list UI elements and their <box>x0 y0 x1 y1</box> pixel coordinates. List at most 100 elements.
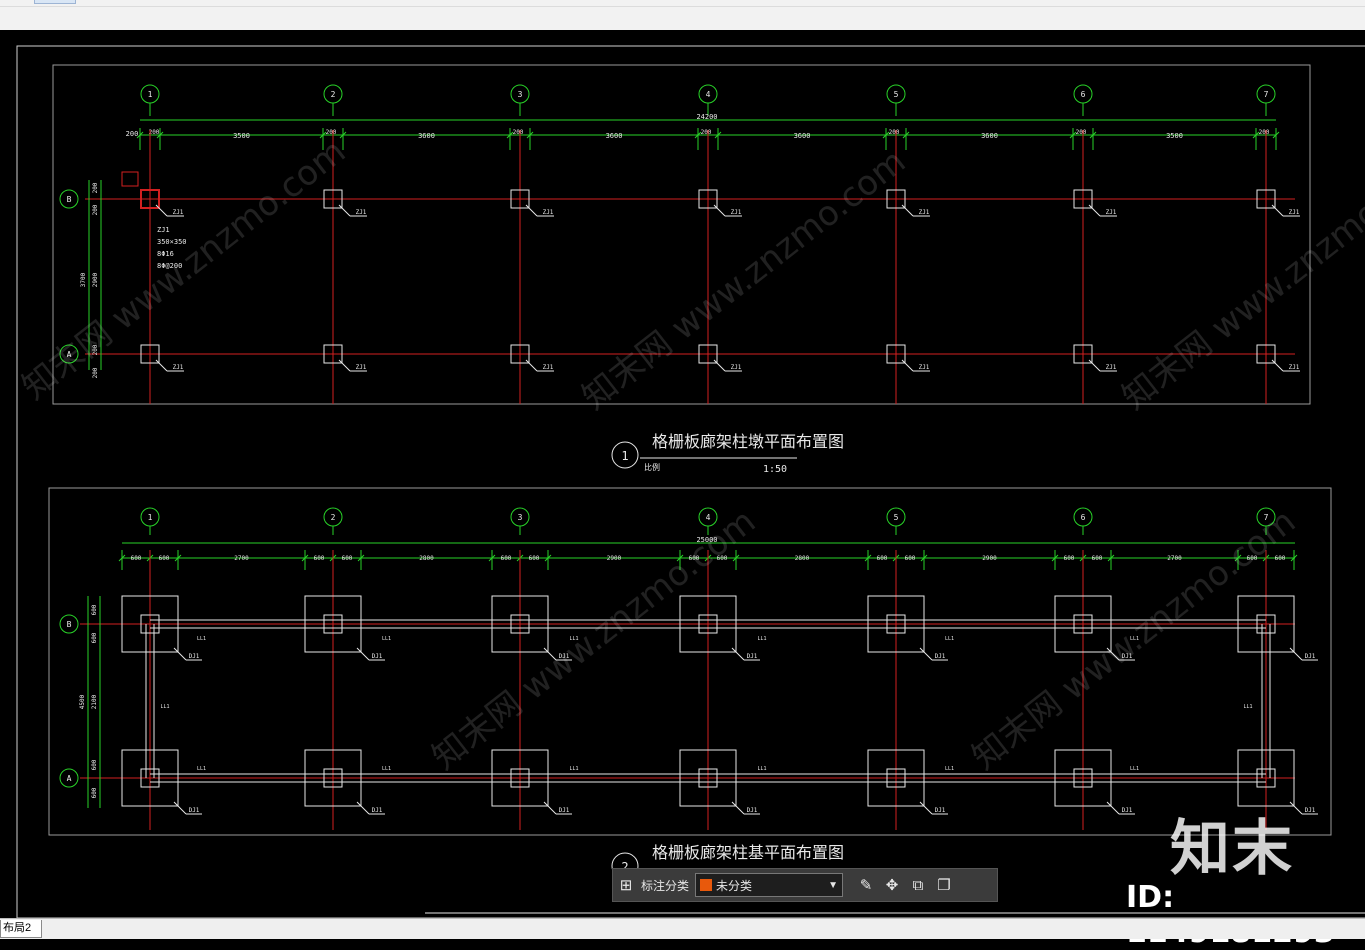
column-tag: ZJ1 <box>731 209 742 216</box>
grid-label: 3 <box>518 90 523 99</box>
axis-label: B <box>67 195 72 204</box>
grid-label: 3 <box>518 513 523 522</box>
plan1-title: 格栅板廊架柱墩平面布置图 <box>652 432 844 451</box>
tag-leader <box>1271 359 1284 372</box>
grid-label: 6 <box>1081 90 1086 99</box>
dim-bay: 3500 <box>233 132 250 140</box>
category-color-swatch <box>700 879 713 891</box>
copy-icon[interactable]: ⧉ <box>905 872 931 898</box>
dim-bay: 2900 <box>607 555 622 562</box>
tag-leader <box>901 359 914 372</box>
tag-leader <box>713 359 726 372</box>
dim-bay: 3600 <box>606 132 623 140</box>
paste-icon[interactable]: ❐ <box>931 872 957 898</box>
beam-tag: LL1 <box>569 766 578 772</box>
footing-tag: DJ1 <box>559 807 570 814</box>
layout-tab[interactable]: 布局2 <box>0 920 43 938</box>
grid-label: 2 <box>331 513 336 522</box>
footing-tag: DJ1 <box>747 653 758 660</box>
dim-vert: 200 <box>92 182 99 193</box>
cad-drawing-canvas[interactable]: 1 2 3 4 5 6 7 24200 200 200 3500 200 3600 200 3600 200 3… <box>0 30 1365 918</box>
dim-vert: 3700 <box>80 272 87 287</box>
scale-value: 1:50 <box>763 464 787 475</box>
application-top-bar <box>0 0 1365 31</box>
dim-vert: 2900 <box>92 272 99 287</box>
tag-leader <box>543 801 557 815</box>
tag-leader <box>173 801 187 815</box>
footing-tag: DJ1 <box>372 653 383 660</box>
selection-marker <box>121 171 139 187</box>
move-icon[interactable]: ✥ <box>879 872 905 898</box>
annotation-category-select[interactable]: 未分类 ▼ <box>695 873 844 897</box>
annotation-category-label: 标注分类 <box>641 878 690 893</box>
watermark-id: ID: 1149181293 <box>1126 880 1335 950</box>
footing-tag: DJ1 <box>935 653 946 660</box>
footing-tag: DJ1 <box>372 807 383 814</box>
grid-label: 1 <box>148 513 153 522</box>
column-tag: ZJ1 <box>1289 364 1300 371</box>
beam-tag: LL1 <box>1243 704 1252 710</box>
dim-bay: 600 <box>314 555 325 562</box>
chevron-down-icon: ▼ <box>828 879 839 891</box>
dim-bay: 2900 <box>982 555 997 562</box>
grid-label: 6 <box>1081 513 1086 522</box>
dim-bay: 2800 <box>419 555 434 562</box>
sheet-border <box>16 45 1365 918</box>
tag-leader <box>155 359 168 372</box>
dim-vert: 600 <box>91 787 98 798</box>
column-tag: ZJ1 <box>1289 209 1300 216</box>
tag-leader <box>173 647 187 661</box>
cad-drawing: 1 2 3 4 5 6 724200200 200 3500 200 3600 200 3600 200 3… <box>16 45 1365 918</box>
dim-bay: 3600 <box>981 132 998 140</box>
grid-label: 5 <box>894 513 899 522</box>
tag-leader <box>525 359 538 372</box>
tag-leader <box>356 801 370 815</box>
edit-icon[interactable]: ✎ <box>853 872 879 898</box>
dim-bay: 600 <box>1064 555 1075 562</box>
beam-tag: LL1 <box>757 636 766 642</box>
dim-vert: 600 <box>91 604 98 615</box>
axis-label: A <box>67 774 72 783</box>
beam-tag: LL1 <box>757 766 766 772</box>
beam-tag: LL1 <box>382 766 391 772</box>
document-tab[interactable] <box>34 0 76 4</box>
beam-tag: LL1 <box>1130 766 1139 772</box>
footing-tag: DJ1 <box>1305 653 1316 660</box>
tag-leader <box>1289 647 1303 661</box>
column-tag: ZJ1 <box>919 209 930 216</box>
dim-bay: 600 <box>529 555 540 562</box>
tag-leader <box>901 204 914 217</box>
annotation-toolbar: ⊞ 标注分类 未分类 ▼ ✎ ✥ ⧉ ❐ <box>612 868 998 902</box>
category-value: 未分类 <box>716 878 753 893</box>
dim-vert: 200 <box>92 367 99 378</box>
axis-label: B <box>67 620 72 629</box>
dim-bay: 600 <box>131 555 142 562</box>
grid-label: 5 <box>894 90 899 99</box>
toolbar-divider <box>0 6 1365 7</box>
grid-icon[interactable]: ⊞ <box>613 872 639 898</box>
tag-leader <box>1088 204 1101 217</box>
tag-leader <box>356 647 370 661</box>
tag-leader <box>1088 359 1101 372</box>
dim-column: 200 <box>1076 129 1087 136</box>
tag-leader <box>713 204 726 217</box>
tag-leader <box>1271 204 1284 217</box>
tag-leader <box>919 647 933 661</box>
grid-label: 7 <box>1264 90 1269 99</box>
dim-bay: 600 <box>501 555 512 562</box>
watermark-logo: 知末 <box>1170 814 1294 884</box>
tag-leader <box>731 647 745 661</box>
tag-leader <box>731 801 745 815</box>
scale-label: 比例 <box>644 462 660 472</box>
beam-tag: LL1 <box>160 704 169 710</box>
dim-vert: 200 <box>92 204 99 215</box>
dim-bay: 2800 <box>795 555 810 562</box>
tag-leader <box>155 204 168 217</box>
column-tag: ZJ1 <box>543 209 554 216</box>
dim-column: 200 <box>701 129 712 136</box>
column-tag: ZJ1 <box>543 364 554 371</box>
column-tag: ZJ1 <box>919 364 930 371</box>
dim-bay: 600 <box>1092 555 1103 562</box>
column-tag: ZJ1 <box>356 209 367 216</box>
dim-column: 200 <box>889 129 900 136</box>
